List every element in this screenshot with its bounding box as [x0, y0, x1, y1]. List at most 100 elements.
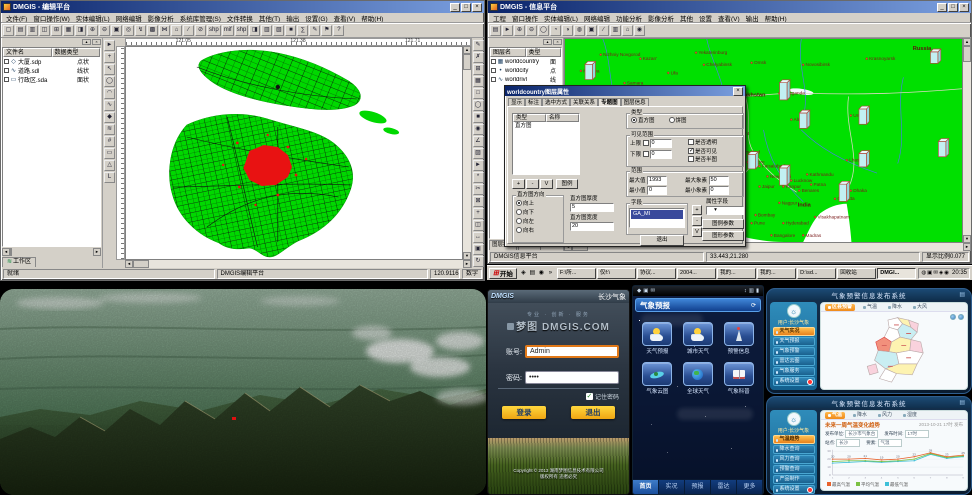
toolbar-icon[interactable]: ? — [333, 25, 344, 36]
tray-icon[interactable]: ▣ — [927, 270, 932, 276]
tile-box[interactable] — [683, 322, 713, 346]
close-panel-icon[interactable]: × — [553, 39, 562, 45]
titlebar[interactable]: DMGIS - 编辑平台 _□× — [1, 1, 484, 13]
toolbar-icon[interactable]: ▤ — [490, 25, 501, 36]
tool-icon[interactable]: ≋ — [104, 124, 115, 135]
menu-item[interactable]: 影像分析 — [145, 13, 177, 23]
dialog-tab[interactable]: 显示 — [508, 98, 525, 106]
sidebar-item[interactable]: 系统设置 — [773, 377, 815, 386]
quick-launch-icon[interactable]: » — [546, 269, 555, 278]
param-button[interactable]: 图例参数 — [702, 219, 744, 229]
toolbar-icon[interactable]: ◎ — [123, 25, 134, 36]
remember-checkbox[interactable]: ✓ — [586, 393, 593, 400]
tool-icon[interactable]: ▨ — [473, 148, 484, 159]
bottom-tab[interactable]: 实况 — [659, 480, 685, 494]
tool-icon[interactable]: ◯ — [473, 100, 484, 111]
bottom-tab[interactable]: 更多 — [737, 480, 763, 494]
map-hscroll[interactable]: ◄► — [125, 260, 471, 268]
tray-icon[interactable]: ✉ — [933, 270, 938, 276]
menu-item[interactable]: 功能分析 — [613, 13, 645, 23]
panel-tab[interactable]: 湿度 — [900, 412, 920, 419]
menu-item[interactable]: 网络编辑 — [581, 13, 613, 23]
layer-row[interactable]: ∿worldrivl线 — [490, 75, 561, 84]
sidebar-item[interactable]: 风力查询 — [773, 455, 815, 464]
toolbar-icon[interactable]: ∕ — [183, 25, 194, 36]
menu-item[interactable]: 影像分析 — [645, 13, 677, 23]
toolbar-icon[interactable]: ▤ — [15, 25, 26, 36]
toolbar-icon[interactable]: ↯ — [135, 25, 146, 36]
dialog-tab[interactable]: 专题图 — [598, 98, 621, 106]
tool-icon[interactable]: ▭ — [104, 148, 115, 159]
toolbar-icon[interactable]: ⊞ — [51, 25, 62, 36]
range-input[interactable]: 0 — [709, 186, 729, 195]
range-input[interactable]: 0 — [647, 186, 667, 195]
tool-icon[interactable]: ▣ — [473, 244, 484, 255]
toolbar-icon[interactable]: ⊖ — [526, 25, 537, 36]
toolbar-icon[interactable]: ⊘ — [195, 25, 206, 36]
map-vscroll[interactable]: ▲▼ — [963, 38, 971, 243]
toolbar-icon[interactable]: ■ — [285, 25, 296, 36]
sidebar-item[interactable]: 气温趋势 — [773, 435, 815, 444]
file-row[interactable]: ▭行政区.sda面状 — [3, 75, 100, 84]
tool-icon[interactable]: ► — [104, 40, 115, 51]
zoom-icon[interactable] — [950, 314, 956, 320]
window-button[interactable]: _ — [937, 3, 947, 12]
window-button[interactable]: × — [959, 3, 969, 12]
panel-tab[interactable]: 大风 — [910, 304, 930, 311]
menu-item[interactable]: 窗口操作 — [509, 13, 541, 23]
app-header[interactable]: 气象预报 ⟳ — [635, 298, 761, 312]
bottom-tab[interactable]: 预报 — [685, 480, 711, 494]
tool-icon[interactable]: ∠ — [473, 136, 484, 147]
task-button[interactable]: 2004... — [677, 268, 716, 279]
toolbar-icon[interactable]: ◫ — [39, 25, 50, 36]
toolbar-icon[interactable]: ∕ — [598, 25, 609, 36]
toolbar-icon[interactable]: ⌂ — [622, 25, 633, 36]
menu-icon[interactable]: ▤ — [959, 399, 966, 406]
theme-list[interactable]: 类型名称 直方图 — [512, 113, 580, 175]
limit-input[interactable]: 0 — [650, 150, 672, 159]
panel-tab[interactable]: 气温 — [860, 304, 880, 311]
field-list[interactable]: GA_MI — [629, 208, 685, 228]
terrain-3d-view[interactable] — [0, 289, 486, 495]
toolbar-icon[interactable]: ✎ — [309, 25, 320, 36]
toolbar-icon[interactable]: ► — [502, 25, 513, 36]
dialog-close-button[interactable]: × — [733, 87, 743, 96]
menu-item[interactable]: 其他(T) — [256, 13, 283, 23]
flag-option[interactable]: 是否半图 — [688, 156, 740, 165]
toolbar-icon[interactable]: ◉ — [634, 25, 645, 36]
panel-tab[interactable]: 气温 — [825, 412, 845, 419]
column-header[interactable]: 类型 — [513, 114, 546, 122]
dialog-tab[interactable]: 标注 — [525, 98, 542, 106]
tile-box[interactable] — [642, 322, 672, 346]
tool-icon[interactable]: ⊠ — [473, 196, 484, 207]
toolbar-icon[interactable]: ▢ — [3, 25, 14, 36]
login-button[interactable]: 登录 — [502, 406, 546, 419]
quick-launch-icon[interactable]: ▤ — [528, 269, 537, 278]
toolbar-icon[interactable]: ▣ — [111, 25, 122, 36]
field-button[interactable]: + — [692, 205, 702, 215]
panel-hscroll[interactable]: ◄► — [2, 248, 101, 256]
toolbar-icon[interactable]: ◔ — [550, 25, 561, 36]
tool-icon[interactable]: ⊞ — [473, 64, 484, 75]
menu-item[interactable]: 文件转换 — [224, 13, 256, 23]
visibility-checkbox[interactable] — [4, 59, 9, 64]
map-vscroll[interactable]: ▲▼ — [463, 46, 471, 260]
menu-item[interactable]: 查看(V) — [331, 13, 359, 23]
visibility-checkbox[interactable] — [4, 68, 9, 73]
task-button[interactable]: 我的... — [757, 268, 796, 279]
app-tile[interactable]: 气象科普 — [720, 362, 757, 395]
visibility-checkbox[interactable] — [491, 68, 496, 73]
window-button[interactable]: × — [472, 3, 482, 12]
tool-icon[interactable]: ∿ — [104, 100, 115, 111]
bottom-tab[interactable]: 雷达 — [711, 480, 737, 494]
close-panel-icon[interactable]: × — [92, 39, 101, 45]
toolbar-icon[interactable]: ▧ — [273, 25, 284, 36]
tool-icon[interactable]: ◯ — [104, 76, 115, 87]
tool-icon[interactable]: ◫ — [473, 220, 484, 231]
app-tile[interactable]: 全球天气 — [680, 362, 717, 395]
range-input[interactable]: 1993 — [647, 176, 667, 185]
task-button[interactable]: DMGI... — [877, 268, 916, 279]
toolbar-icon[interactable]: ◍ — [574, 25, 585, 36]
tool-icon[interactable]: ◉ — [473, 124, 484, 135]
menu-item[interactable]: 输出 — [743, 13, 762, 23]
